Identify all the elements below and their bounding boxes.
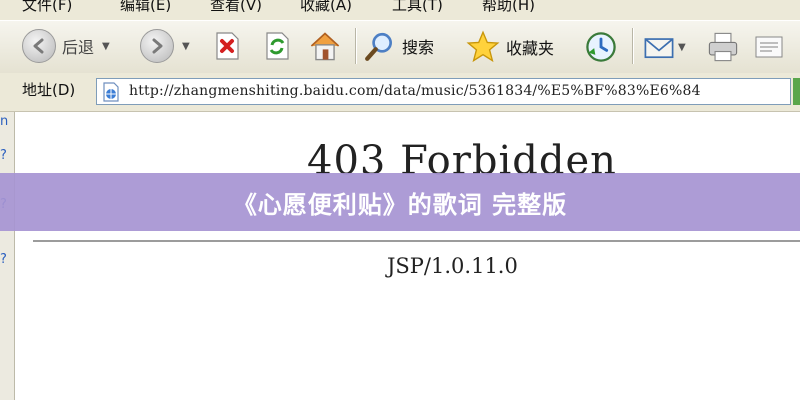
stop-icon: [216, 32, 239, 60]
refresh-icon: [266, 32, 289, 60]
banner-text: 《心愿便利贴》的歌词 完整版: [232, 190, 568, 219]
url-text[interactable]: http://zhangmenshiting.baidu.com/data/mu…: [129, 83, 701, 99]
mail-icon: [644, 38, 674, 59]
address-label: 地址(D): [22, 81, 76, 99]
page-icon: [103, 82, 119, 102]
back-button[interactable]: 后退 ▼: [22, 29, 110, 63]
stop-button[interactable]: [212, 31, 242, 61]
printer-icon: [708, 32, 738, 62]
menu-favorites[interactable]: 收藏(A): [300, 0, 352, 15]
search-icon: [365, 32, 392, 61]
edit-button[interactable]: [752, 32, 786, 62]
caption-banner: 《心愿便利贴》的歌词 完整版: [0, 173, 800, 231]
go-button[interactable]: [793, 78, 800, 105]
back-arrow-icon: [22, 29, 56, 63]
server-signature: JSP/1.0.11.0: [387, 254, 518, 278]
address-field[interactable]: http://zhangmenshiting.baidu.com/data/mu…: [96, 78, 791, 105]
history-button[interactable]: [584, 30, 618, 64]
side-mark: ?: [0, 148, 7, 163]
home-button[interactable]: [308, 29, 342, 63]
print-button[interactable]: [706, 30, 740, 64]
home-icon: [310, 32, 340, 61]
edit-icon: [755, 36, 783, 58]
menu-view[interactable]: 查看(V): [210, 0, 262, 15]
refresh-button[interactable]: [262, 31, 292, 61]
history-icon: [586, 32, 616, 62]
side-panel-edge: n ? ? ?: [0, 112, 15, 400]
back-dropdown-icon[interactable]: ▼: [102, 41, 110, 52]
mail-button[interactable]: ▼: [642, 30, 686, 64]
menu-edit[interactable]: 编辑(E): [120, 0, 171, 15]
favorites-label: 收藏夹: [506, 39, 555, 58]
menu-file[interactable]: 文件(F): [22, 0, 72, 15]
forward-arrow-icon: [140, 29, 174, 63]
mail-dropdown-icon[interactable]: ▼: [678, 42, 686, 53]
search-button[interactable]: 搜索: [364, 30, 434, 62]
forward-button[interactable]: ▼: [140, 29, 190, 63]
side-mark: n: [0, 114, 9, 129]
forward-dropdown-icon[interactable]: ▼: [182, 41, 190, 52]
star-icon: [466, 30, 500, 63]
side-mark: ?: [0, 252, 7, 267]
favorites-button[interactable]: 收藏夹: [466, 30, 554, 64]
toolbar-separator: [632, 28, 633, 64]
page-content: 403 Forbidden JSP/1.0.11.0: [15, 112, 800, 400]
menu-tools[interactable]: 工具(T): [392, 0, 443, 15]
horizontal-rule: [33, 240, 800, 242]
search-label: 搜索: [402, 38, 435, 57]
toolbar-separator: [355, 28, 356, 64]
back-label: 后退: [62, 38, 95, 57]
menu-help[interactable]: 帮助(H): [482, 0, 535, 15]
menu-bar: 文件(F) 编辑(E) 查看(V) 收藏(A) 工具(T) 帮助(H): [0, 0, 800, 20]
address-bar: 地址(D) http://zhangmenshiting.baidu.com/d…: [0, 73, 800, 112]
